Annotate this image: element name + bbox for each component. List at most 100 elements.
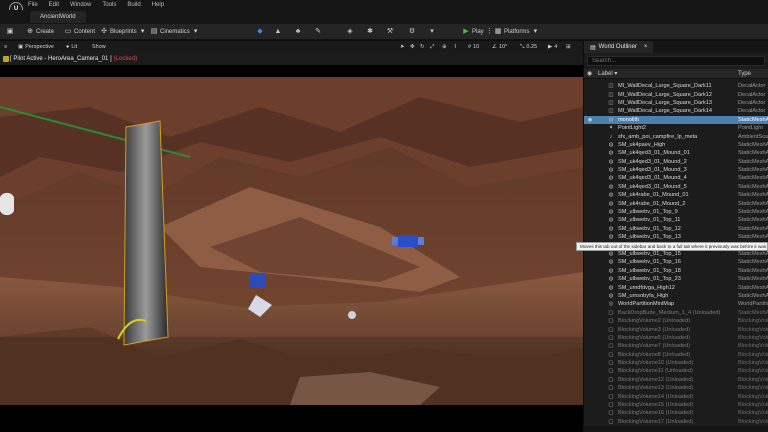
surface-snap-button[interactable]: ⌇ — [454, 43, 457, 51]
animation-mode-button[interactable]: ⚙ — [408, 27, 416, 37]
menu-edit[interactable]: Edit — [49, 2, 59, 8]
outliner-tab[interactable]: ▤ World Outliner × — [584, 41, 654, 53]
outliner-row[interactable]: ◍ SM_uk4qed3_01_Mound_01 StaticMeshA — [584, 149, 768, 157]
outliner-row[interactable]: ◍ SM_umdfdvga_High12 StaticMeshA — [584, 283, 768, 291]
save-button[interactable]: ▣ — [6, 27, 14, 37]
outliner-row[interactable]: ◍ SM_ulbwebv_01_Top_9 StaticMeshA — [584, 208, 768, 216]
outliner-row[interactable]: ▢ BlockingVolume13 (Unloaded) BlockingVolu — [584, 384, 768, 392]
menu-tools[interactable]: Tools — [102, 2, 116, 8]
select-tool-button[interactable]: ➤ — [400, 43, 405, 51]
outliner-row[interactable]: ◫ MI_WallDecal_Large_Square_Dark14 DecalAc… — [584, 107, 768, 115]
outliner-row[interactable]: ◍ SM_ulbwebv_01_Top_16 StaticMeshA — [584, 258, 768, 266]
outliner-row[interactable]: ▢ BlockingVolume7 (Unloaded) BlockingVolu — [584, 342, 768, 350]
outliner-row[interactable]: ◍ SM_uk4qed3_01_Mound_4 StaticMeshA — [584, 174, 768, 182]
label-column-header[interactable]: Label ▾ — [598, 70, 617, 77]
play-button[interactable]: ▶ Play ⋮ — [462, 27, 494, 37]
close-icon[interactable]: × — [644, 44, 648, 50]
landscape-mode-icon: ▲ — [274, 28, 282, 35]
visibility-header-icon: ◉ — [587, 71, 593, 77]
modeling-mode-button[interactable]: ◈ — [346, 27, 354, 37]
eject-pilot-icon[interactable] — [3, 56, 9, 62]
blueprints-button[interactable]: ✣ Blueprints ▾ — [100, 27, 147, 37]
menu-file[interactable]: File — [28, 2, 38, 8]
outliner-row[interactable]: ◫ MI_WallDecal_Large_Square_Dark12 DecalAc… — [584, 90, 768, 98]
maximize-viewport-button[interactable]: ⊞ — [566, 43, 571, 51]
outliner-row[interactable]: ◎ WorldPartitionMiniMap WorldPartitio — [584, 300, 768, 308]
cinematics-button[interactable]: ▤ Cinematics ▾ — [150, 27, 200, 37]
brush-edit-mode-button[interactable]: ⚒ — [386, 27, 394, 37]
level-viewport[interactable]: ≡ ▣ Perspective ● Lit Show ➤ ✥ ↻ ⤢ ⊕ ⌇ #… — [0, 41, 583, 432]
outliner-row[interactable]: ◍ SM_umsobyfa_High StaticMeshA — [584, 292, 768, 300]
visibility-eye-icon[interactable]: ◉ — [587, 117, 593, 123]
sound-actor-icon[interactable] — [348, 311, 356, 319]
landscape-mode-button[interactable]: ▲ — [274, 27, 282, 37]
outliner-row[interactable]: ▢ BlockingVolume17 (Unloaded) BlockingVolu — [584, 418, 768, 426]
outliner-row[interactable]: ◍ SM_uk4qed3_01_Mound_3 StaticMeshA — [584, 166, 768, 174]
content-button[interactable]: ▭ Content — [64, 27, 95, 37]
fracture-mode-button[interactable]: ✱ — [366, 27, 374, 37]
outliner-row[interactable]: ◉ ◍ monolith StaticMeshA — [584, 115, 768, 124]
monolith-mesh[interactable] — [123, 120, 169, 346]
outliner-row[interactable]: ◍ SM_uk4qed3_01_Mound_2 StaticMeshA — [584, 158, 768, 166]
content-label: Content — [74, 29, 96, 35]
mesh-icon: ◍ — [608, 150, 614, 157]
outliner-row[interactable]: ◍ SM_ulbwebv_01_Top_18 StaticMeshA — [584, 267, 768, 275]
outliner-row[interactable]: ▢ BlockingVolume2 (Unloaded) BlockingVolu — [584, 317, 768, 325]
outliner-row[interactable]: ◍ SM_uk4rabe_01_Mound_2 StaticMeshA — [584, 199, 768, 207]
type-column-header[interactable]: Type — [738, 71, 751, 77]
outliner-row[interactable]: ◍ SM_ulbwebv_01_Top_15 StaticMeshA — [584, 250, 768, 258]
outliner-row[interactable]: ▢ BlockingVolume15 (Unloaded) BlockingVolu — [584, 401, 768, 409]
outliner-row[interactable]: ◍ SM_ulbwebv_01_Top_23 StaticMeshA — [584, 275, 768, 283]
foliage-mode-button[interactable]: ♣ — [294, 27, 302, 37]
menu-window[interactable]: Window — [70, 2, 91, 8]
rotation-snap-button[interactable]: ∠ 10° — [492, 43, 507, 51]
outliner-row[interactable]: ▢ BlockingVolume3 (Unloaded) BlockingVolu — [584, 325, 768, 333]
camera-speed-button[interactable]: ▶ 4 — [548, 43, 557, 51]
outliner-tab-bar: ▤ World Outliner × — [584, 41, 768, 53]
outliner-search-input[interactable] — [592, 58, 764, 64]
outliner-row[interactable]: ▢ BlockingVolume11 (Unloaded) BlockingVolu — [584, 367, 768, 375]
scale-snap-button[interactable]: ⤡ 0.25 — [520, 43, 537, 51]
outliner-row[interactable]: ◍ SM_uk4paev_High StaticMeshA — [584, 141, 768, 149]
outliner-row[interactable]: ▢ BlockingVolume5 (Unloaded) BlockingVolu — [584, 334, 768, 342]
outliner-row[interactable]: ◫ MI_WallDecal_Large_Square_Dark13 DecalAc… — [584, 99, 768, 107]
lit-button[interactable]: ● Lit — [66, 43, 77, 51]
outliner-row[interactable]: ▢ BackDropButte_Medium_1_4 (Unloaded) Stat… — [584, 309, 768, 317]
outliner-row[interactable]: ▢ BlockingVolume14 (Unloaded) BlockingVolu — [584, 392, 768, 400]
outliner-row[interactable]: ◫ MI_WallDecal_Large_Square_Dark11 DecalAc… — [584, 82, 768, 90]
mesh-paint-mode-button[interactable]: ✎ — [314, 27, 322, 37]
menu-help[interactable]: Help — [152, 2, 164, 8]
level-tab[interactable]: AncientWorld — [30, 11, 86, 23]
grid-snap-button[interactable]: # 10 — [468, 43, 479, 51]
outliner-row[interactable]: ▢ BlockingVolume8 (Unloaded) BlockingVolu — [584, 351, 768, 359]
show-button[interactable]: Show — [92, 43, 106, 51]
create-button[interactable]: ⊕ Create — [26, 27, 54, 37]
rotate-tool-button[interactable]: ↻ — [420, 43, 425, 51]
platforms-button[interactable]: ▦ Platforms ▾ — [494, 27, 539, 37]
translate-tool-button[interactable]: ✥ — [410, 43, 415, 51]
outliner-row[interactable]: ◍ SM_ulbwebv_01_Top_13 StaticMeshA — [584, 233, 768, 241]
viewport-menu-button[interactable]: ≡ — [4, 43, 7, 51]
outliner-row-label: SM_uk4qed3_01_Mound_3 — [618, 167, 687, 174]
outliner-row[interactable]: ▢ BlockingVolume16 (Unloaded) BlockingVolu — [584, 409, 768, 417]
outliner-row[interactable]: ◍ SM_uk4qed3_01_Mound_5 StaticMeshA — [584, 183, 768, 191]
outliner-row[interactable]: ✦ PointLight2 PointLight — [584, 124, 768, 132]
outliner-row[interactable]: ◍ SM_uk4rabe_01_Mound_01 StaticMeshA — [584, 191, 768, 199]
outliner-row[interactable]: ◍ SM_ulbwebv_01_Top_11 StaticMeshA — [584, 216, 768, 224]
outliner-row[interactable]: ▢ BlockingVolume10 (Unloaded) BlockingVolu — [584, 359, 768, 367]
mode-options-button[interactable]: ▾ — [428, 27, 436, 37]
perspective-button[interactable]: ▣ Perspective — [18, 43, 54, 51]
tooltip: Moves this tab out of the sidebar and ba… — [576, 242, 768, 251]
scale-tool-button[interactable]: ⤢ — [430, 43, 434, 51]
outliner-row[interactable]: ◍ SM_ulbwebv_01_Top_12 StaticMeshA — [584, 225, 768, 233]
outliner-search[interactable] — [587, 56, 765, 66]
menu-build[interactable]: Build — [127, 2, 140, 8]
outliner-row-type: BlockingVolu — [738, 318, 768, 325]
outliner-row[interactable]: ♪ sfx_amb_poi_campfire_lp_meta AmbientSou — [584, 132, 768, 140]
outliner-row-label: SM_ulbwebv_01_Top_16 — [618, 259, 681, 266]
select-mode-button[interactable]: ◆ — [256, 27, 264, 37]
outliner-row[interactable]: ▢ BlockingVolume12 (Unloaded) BlockingVolu — [584, 376, 768, 384]
world-local-button[interactable]: ⊕ — [442, 43, 447, 51]
pilot-text: [ Pilot Active - HeroArea_Camera_01 ] — [10, 56, 112, 62]
scene-render[interactable] — [0, 77, 583, 405]
